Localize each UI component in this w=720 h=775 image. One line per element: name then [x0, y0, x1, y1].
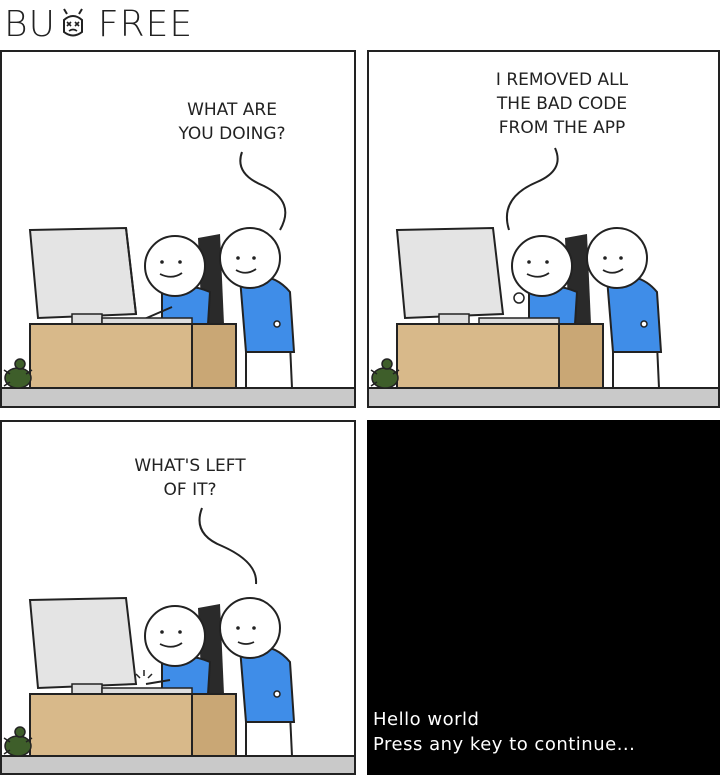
scene-illustration-2: [369, 147, 718, 406]
speech-tail: [198, 507, 258, 585]
terminal-line-1: Hello world: [373, 709, 480, 730]
floor: [2, 388, 354, 406]
title-text-free: FREE: [97, 3, 194, 45]
floor: [2, 756, 354, 773]
seated-person-head: [144, 605, 206, 667]
seated-person-head: [144, 235, 206, 297]
desk: [29, 323, 193, 389]
speech-tail: [505, 147, 559, 231]
comic-panel-3: WHAT'S LEFT OF IT?: [0, 420, 356, 775]
desk: [29, 693, 193, 757]
seated-person-head: [511, 235, 573, 297]
bug-icon: [370, 358, 400, 389]
comic-panel-4-terminal: Hello world Press any key to continue...: [367, 420, 720, 775]
terminal-output: Hello world Press any key to continue...: [373, 707, 635, 757]
monitor: [28, 596, 138, 690]
comic-title: BU FREE: [4, 2, 193, 46]
speech-tail: [239, 151, 287, 231]
comic-panel-1: WHAT ARE YOU DOING?: [0, 50, 356, 408]
monitor: [28, 226, 138, 320]
standing-person-head: [219, 597, 281, 659]
bug-icon: [3, 726, 33, 757]
comic-panel-2: I REMOVED ALL THE BAD CODE FROM THE APP: [367, 50, 720, 408]
bug-icon: [3, 358, 33, 389]
scene-illustration-1: [2, 151, 354, 406]
standing-person-head: [219, 227, 281, 289]
monitor: [395, 226, 505, 320]
terminal-line-2: Press any key to continue...: [373, 734, 636, 755]
bug-face-icon: [62, 8, 83, 37]
floor: [369, 388, 718, 406]
title-text-bu: BU: [4, 3, 56, 45]
desk: [396, 323, 560, 389]
standing-person-head: [586, 227, 648, 289]
scene-illustration-3: [2, 507, 354, 773]
